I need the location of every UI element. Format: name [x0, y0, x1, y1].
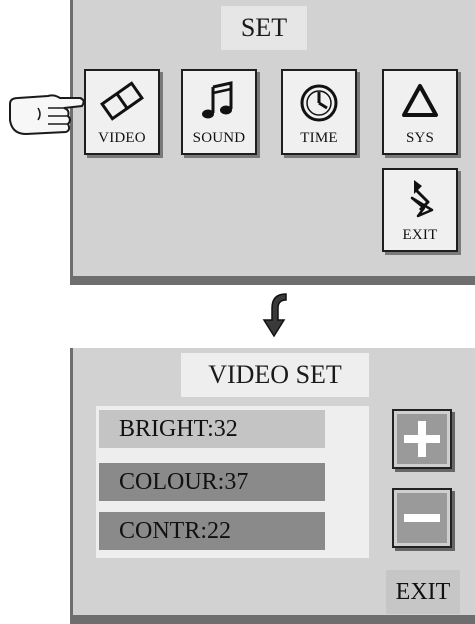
plus-icon: [404, 421, 440, 457]
sys-button-label: SYS: [405, 130, 435, 146]
set-menu-title: SET: [221, 6, 307, 50]
video-set-exit-button[interactable]: EXIT: [386, 570, 460, 614]
pointing-hand-icon: [8, 90, 86, 142]
sound-button[interactable]: SOUND: [181, 69, 257, 155]
video-button[interactable]: VIDEO: [84, 69, 160, 155]
contrast-row[interactable]: CONTR:22: [99, 512, 325, 550]
clock-icon: [283, 81, 355, 130]
video-button-label: VIDEO: [98, 130, 146, 146]
film-icon: [86, 81, 158, 126]
video-set-title: VIDEO SET: [181, 353, 369, 397]
music-note-icon: [183, 81, 255, 128]
triangle-icon: [384, 81, 456, 126]
colour-row[interactable]: COLOUR:37: [99, 463, 325, 501]
bright-row[interactable]: BRIGHT:32: [99, 410, 325, 448]
decrease-button[interactable]: [392, 488, 452, 548]
exit-button[interactable]: EXIT: [382, 168, 458, 252]
increase-button[interactable]: [392, 409, 452, 469]
exit-arrow-icon: [384, 176, 456, 225]
time-button[interactable]: TIME: [281, 69, 357, 155]
exit-button-label: EXIT: [402, 227, 438, 243]
sound-button-label: SOUND: [192, 130, 246, 146]
down-arrow-icon: [252, 290, 292, 340]
minus-icon: [404, 514, 440, 522]
sys-button[interactable]: SYS: [382, 69, 458, 155]
time-button-label: TIME: [300, 130, 338, 146]
